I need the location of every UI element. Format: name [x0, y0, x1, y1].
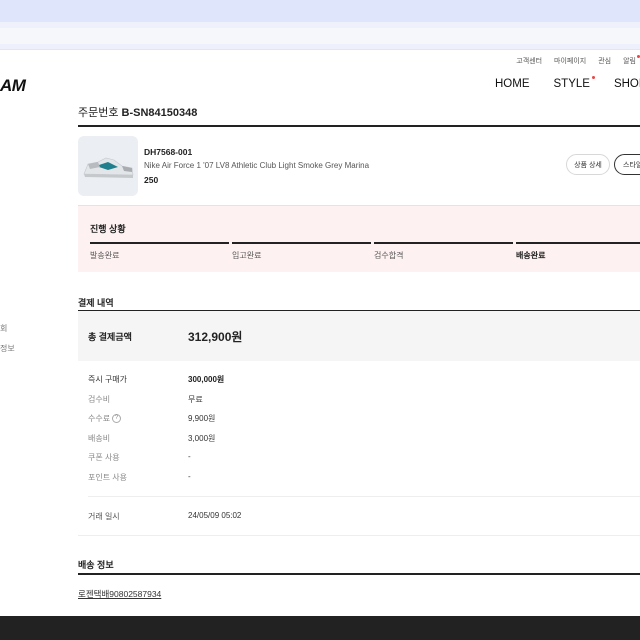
row-value: 9,900원: [188, 414, 216, 423]
step-label: 입고완료: [232, 251, 262, 260]
shipping-section-title: 배송 정보: [78, 560, 114, 570]
product-sku: DH7568-001: [144, 147, 193, 157]
product-detail-button[interactable]: 상품 상세: [566, 154, 610, 175]
order-number-title: 주문번호 B-SN84150348: [78, 104, 197, 120]
payment-section-title: 결제 내역: [78, 298, 114, 308]
util-link-interest[interactable]: 관심: [598, 56, 611, 66]
row-value: 3,000원: [188, 433, 216, 443]
logo[interactable]: AM: [0, 76, 26, 96]
row-value: -: [188, 452, 191, 461]
step-bar: [232, 242, 371, 244]
trade-date-label: 거래 일시: [88, 512, 120, 521]
page: 고객센터 마이페이지 관심 알림 AM HOME STYLE SHOP 회 정보…: [0, 50, 640, 616]
row-label: 배송비: [88, 433, 111, 443]
product-info: DH7568-001 Nike Air Force 1 '07 LV8 Athl…: [144, 147, 369, 185]
payment-row: 검수비 무료: [88, 394, 388, 408]
row-label: 포인트 사용: [88, 472, 128, 482]
progress-panel: 진행 상황 발송완료 입고완료 검수합격 배송완료: [78, 205, 640, 272]
main-nav: HOME STYLE SHOP: [495, 76, 640, 90]
trade-date-value: 24/05/09 05:02: [188, 511, 242, 520]
notifications-label: 알림: [623, 58, 636, 65]
payment-row: 즉시 구매가 300,000원: [88, 374, 388, 388]
utility-nav: 고객센터 마이페이지 관심 알림: [516, 55, 640, 66]
util-link-customer-center[interactable]: 고객센터: [516, 56, 542, 66]
product-image[interactable]: [78, 136, 138, 196]
payment-row: 수수료? 9,900원: [88, 413, 388, 427]
tracking-link[interactable]: 로젠택배90802587934: [78, 588, 161, 600]
row-label: 수수료: [88, 414, 111, 423]
browser-top-bar: [0, 0, 640, 22]
step-label: 배송완료: [516, 251, 546, 260]
nav-style[interactable]: STYLE: [553, 76, 595, 90]
progress-step-received: 입고완료: [232, 242, 372, 261]
row-value: 300,000원: [188, 375, 225, 384]
address-bar[interactable]: [0, 28, 640, 44]
row-label-wrap: 수수료?: [88, 413, 122, 424]
total-payment-value: 312,900원: [188, 330, 243, 344]
payment-row: 쿠폰 사용 -: [88, 452, 388, 466]
row-value: 무료: [188, 394, 203, 404]
progress-step-shipped: 발송완료: [90, 242, 230, 261]
payment-row: 포인트 사용 -: [88, 472, 388, 486]
help-icon[interactable]: ?: [112, 414, 122, 424]
divider: [88, 496, 640, 497]
step-bar: [90, 242, 229, 244]
util-link-mypage[interactable]: 마이페이지: [554, 56, 586, 66]
order-number-label: 주문번호: [78, 107, 119, 119]
step-bar: [516, 242, 640, 244]
sidebar-item-2[interactable]: 정보: [0, 343, 15, 354]
sneaker-icon: [83, 157, 134, 178]
step-label: 발송완료: [90, 251, 120, 260]
row-value: -: [188, 471, 191, 481]
row-label: 쿠폰 사용: [88, 453, 120, 462]
browser-toolbar: [0, 22, 640, 50]
progress-step-delivered: 배송완료: [516, 242, 640, 261]
nav-home[interactable]: HOME: [495, 78, 530, 90]
product-size: 250: [144, 175, 159, 185]
sidebar-item-1[interactable]: 회: [0, 323, 7, 334]
product-name[interactable]: Nike Air Force 1 '07 LV8 Athletic Club L…: [144, 161, 369, 170]
order-number-value: B-SN84150348: [121, 107, 198, 119]
step-bar: [374, 242, 513, 244]
style-button[interactable]: 스타일: [614, 154, 640, 175]
progress-title: 진행 상황: [90, 224, 126, 234]
nav-style-dot: [591, 76, 595, 79]
nav-style-label: STYLE: [553, 78, 590, 90]
divider: [78, 535, 640, 536]
progress-step-inspected: 검수합격: [374, 242, 514, 261]
divider: [78, 573, 640, 575]
nav-shop[interactable]: SHOP: [614, 78, 640, 90]
step-label: 검수합격: [374, 251, 404, 260]
row-label: 즉시 구매가: [88, 375, 128, 384]
row-label: 검수비: [88, 394, 111, 404]
util-link-notifications[interactable]: 알림: [623, 55, 640, 66]
total-payment-label: 총 결제금액: [88, 332, 132, 342]
divider: [78, 125, 640, 127]
payment-row: 배송비 3,000원: [88, 433, 388, 447]
total-payment-box: 총 결제금액 312,900원: [78, 311, 640, 361]
footer: [0, 616, 640, 640]
